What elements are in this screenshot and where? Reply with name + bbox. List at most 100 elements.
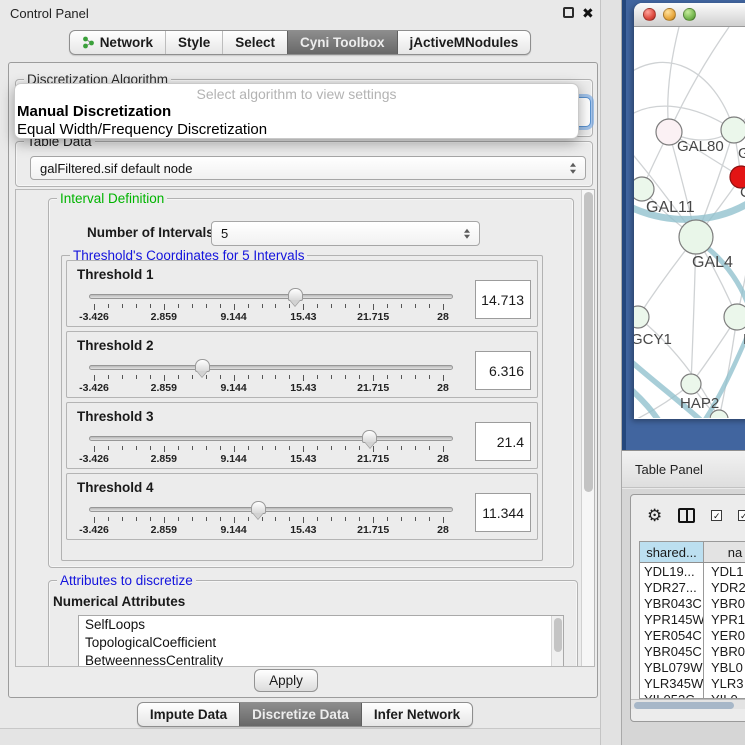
- tick-label: 2.859: [151, 524, 177, 536]
- network-node-ga[interactable]: [721, 117, 745, 143]
- threshold-title: Threshold 1: [77, 267, 154, 282]
- gear-icon[interactable]: ⚙: [647, 507, 662, 524]
- network-node-hap2[interactable]: [681, 374, 701, 394]
- close-traffic-light-icon[interactable]: [643, 8, 656, 21]
- tick-label: 2.859: [151, 311, 177, 323]
- network-node-gal11[interactable]: [634, 177, 654, 201]
- cell-shared-name: YDR27...: [640, 579, 704, 595]
- table-row[interactable]: YDR27...YDR2: [640, 579, 745, 595]
- threshold-slider[interactable]: -3.4262.8599.14415.4321.71528: [87, 429, 459, 465]
- scrollbar-thumb[interactable]: [634, 702, 734, 709]
- threshold-title: Threshold 4: [77, 480, 154, 495]
- network-node-gal4[interactable]: [679, 220, 713, 254]
- column-header-name[interactable]: na: [704, 542, 745, 562]
- table-row[interactable]: YER054CYER0: [640, 627, 745, 643]
- table-row[interactable]: YIL052CYIL0: [640, 691, 745, 699]
- threshold-value-field[interactable]: 21.4: [475, 422, 531, 461]
- tick-mark: [387, 446, 388, 450]
- list-item-betweennesscentrality[interactable]: BetweennessCentrality: [79, 652, 563, 667]
- interval-definition-group: Interval Definition Number of Intervals …: [48, 198, 574, 568]
- tick-mark: [248, 375, 249, 379]
- algorithm-option-manual[interactable]: Manual Discretization: [15, 103, 578, 121]
- cell-name: YER0: [704, 627, 745, 643]
- tick-mark: [248, 304, 249, 308]
- tick-label: -3.426: [79, 311, 109, 323]
- cell-name: YLR3: [704, 675, 745, 691]
- number-of-intervals-combobox[interactable]: 5: [211, 221, 480, 246]
- tab-select[interactable]: Select: [222, 31, 287, 54]
- cell-shared-name: YBR045C: [640, 643, 704, 659]
- cell-shared-name: YIL052C: [640, 691, 704, 699]
- threshold-slider[interactable]: -3.4262.8599.14415.4321.71528: [87, 358, 459, 394]
- tick-mark: [234, 304, 235, 310]
- tick-mark: [373, 517, 374, 523]
- network-canvas[interactable]: GAL80GACGAL11GAL4GCY1HHAP2: [634, 27, 745, 418]
- table-row[interactable]: YDL19...YDL1: [640, 563, 745, 579]
- algorithm-option-equal-width[interactable]: Equal Width/Frequency Discretization: [15, 121, 578, 139]
- tab-jactivemnodules[interactable]: jActiveMNodules: [397, 31, 531, 54]
- slider-thumb[interactable]: [362, 430, 377, 443]
- node-label-gcy1: GCY1: [634, 331, 672, 348]
- tab-impute-data[interactable]: Impute Data: [138, 703, 239, 726]
- table-row[interactable]: YLR345WYLR3: [640, 675, 745, 691]
- tick-label: 21.715: [357, 311, 389, 323]
- tick-mark: [359, 375, 360, 379]
- tick-mark: [136, 446, 137, 450]
- threshold-value-field[interactable]: 14.713: [475, 280, 531, 319]
- footer-strip: [0, 728, 620, 745]
- network-icon: [82, 36, 95, 49]
- scrollbar-thumb[interactable]: [584, 192, 593, 492]
- column-header-shared[interactable]: shared...: [640, 542, 704, 562]
- tab-infer-network[interactable]: Infer Network: [361, 703, 472, 726]
- tick-mark: [401, 375, 402, 379]
- tick-mark: [234, 446, 235, 452]
- network-window-titlebar[interactable]: [634, 3, 745, 27]
- table-horizontal-scrollbar[interactable]: [631, 699, 745, 709]
- panel-splitter[interactable]: [600, 0, 622, 745]
- network-view-window[interactable]: GAL80GACGAL11GAL4GCY1HHAP2: [634, 3, 745, 419]
- table-row[interactable]: YBR043CYBR0: [640, 595, 745, 611]
- numerical-attributes-list[interactable]: SelfLoopsTopologicalCoefficientBetweenne…: [78, 615, 564, 667]
- node-attribute-table[interactable]: shared...naYDL19...YDL1YDR27...YDR2YBR04…: [639, 541, 745, 699]
- scrollbar-thumb[interactable]: [554, 618, 562, 652]
- slider-scale: -3.4262.8599.14415.4321.71528: [94, 287, 443, 323]
- tab-discretize-data[interactable]: Discretize Data: [239, 703, 361, 726]
- threshold-slider[interactable]: -3.4262.8599.14415.4321.71528: [87, 500, 459, 536]
- network-node-h[interactable]: [724, 304, 745, 330]
- table-data-combobox[interactable]: galFiltered.sif default node: [30, 156, 586, 180]
- tick-mark: [429, 304, 430, 308]
- threshold-value-field[interactable]: 11.344: [475, 493, 531, 532]
- threshold-value-field[interactable]: 6.316: [475, 351, 531, 390]
- tick-label: 15.43: [290, 382, 316, 394]
- close-icon[interactable]: ✖: [582, 7, 595, 20]
- table-row[interactable]: YPR145WYPR1: [640, 611, 745, 627]
- list-item-selfloops[interactable]: SelfLoops: [79, 616, 563, 634]
- table-toolbar: ⚙ ✓ ✓: [631, 495, 745, 535]
- tab-network[interactable]: Network: [70, 31, 165, 54]
- tab-style[interactable]: Style: [165, 31, 222, 54]
- table-panel: ⚙ ✓ ✓ shared...naYDL19...YDL1YDR27...YDR…: [630, 494, 745, 722]
- attributes-group: Attributes to discretize Numerical Attri…: [48, 580, 578, 667]
- settings-scrollbar[interactable]: [581, 190, 594, 666]
- table-row[interactable]: YBR045CYBR0: [640, 643, 745, 659]
- list-item-topologicalcoefficient[interactable]: TopologicalCoefficient: [79, 634, 563, 652]
- checkbox-icon[interactable]: ✓: [711, 510, 722, 521]
- tick-mark: [206, 517, 207, 521]
- tick-mark: [359, 446, 360, 450]
- tick-mark: [234, 517, 235, 523]
- table-row[interactable]: YBL079WYBL0: [640, 659, 745, 675]
- minimize-traffic-light-icon[interactable]: [663, 8, 676, 21]
- settings-scroll-viewport: Interval Definition Number of Intervals …: [15, 189, 595, 667]
- slider-thumb[interactable]: [195, 359, 210, 372]
- slider-scale: -3.4262.8599.14415.4321.71528: [94, 429, 443, 465]
- zoom-traffic-light-icon[interactable]: [683, 8, 696, 21]
- split-columns-icon[interactable]: [678, 508, 695, 523]
- threshold-slider[interactable]: -3.4262.8599.14415.4321.71528: [87, 287, 459, 323]
- float-window-icon[interactable]: [563, 7, 574, 18]
- tab-cyni-toolbox[interactable]: Cyni Toolbox: [287, 31, 397, 54]
- attributes-scrollbar[interactable]: [551, 616, 563, 667]
- slider-thumb[interactable]: [288, 288, 303, 301]
- checkbox-icon[interactable]: ✓: [738, 510, 745, 521]
- slider-thumb[interactable]: [251, 501, 266, 514]
- apply-button[interactable]: Apply: [254, 669, 318, 692]
